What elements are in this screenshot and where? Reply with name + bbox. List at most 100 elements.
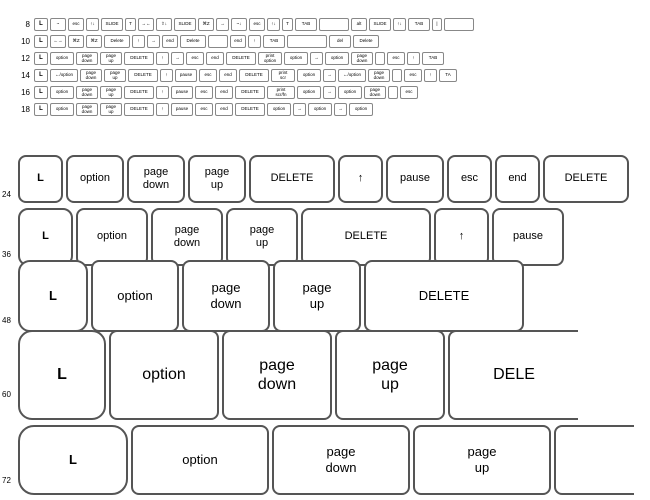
keyboard-key[interactable]: option — [267, 103, 291, 116]
keyboard-key-large[interactable]: page down — [151, 208, 223, 266]
keyboard-key[interactable]: ⌘Z — [68, 35, 84, 48]
keyboard-key[interactable]: ↑ — [156, 103, 169, 116]
keyboard-key[interactable]: pause — [171, 103, 193, 116]
keyboard-key-large[interactable]: end — [495, 155, 540, 203]
keyboard-key-large[interactable]: option — [91, 260, 179, 332]
keyboard-key-large[interactable]: L — [18, 425, 128, 495]
keyboard-key-large[interactable] — [554, 425, 634, 495]
keyboard-key-large[interactable]: DELETE — [301, 208, 431, 266]
keyboard-key[interactable]: → — [334, 103, 347, 116]
keyboard-key[interactable]: pause — [175, 69, 197, 82]
keyboard-key[interactable]: print scr/fn — [267, 86, 295, 99]
keyboard-key-large[interactable]: option — [66, 155, 124, 203]
keyboard-key[interactable]: option — [50, 52, 74, 65]
keyboard-key[interactable]: ↑ — [156, 52, 169, 65]
keyboard-key[interactable]: Delete — [353, 35, 379, 48]
keyboard-key[interactable]: end — [206, 52, 224, 65]
keyboard-key-large[interactable]: ↑ — [434, 208, 489, 266]
keyboard-key[interactable]: esc — [387, 52, 405, 65]
keyboard-key[interactable]: → — [323, 69, 336, 82]
keyboard-key[interactable]: option — [325, 52, 349, 65]
keyboard-key[interactable] — [319, 18, 349, 31]
keyboard-key-large[interactable]: page up — [188, 155, 246, 203]
keyboard-key[interactable]: option — [308, 103, 332, 116]
keyboard-key[interactable]: TAB — [408, 18, 430, 31]
keyboard-key[interactable]: ←/option — [338, 69, 366, 82]
keyboard-key[interactable]: end — [215, 86, 233, 99]
keyboard-key-large[interactable]: L — [18, 260, 88, 332]
keyboard-key[interactable]: DELETE — [128, 69, 158, 82]
keyboard-key[interactable]: page up — [100, 103, 122, 116]
keyboard-key[interactable]: pause — [171, 86, 193, 99]
keyboard-key[interactable]: page down — [76, 103, 98, 116]
keyboard-key[interactable] — [375, 52, 385, 65]
keyboard-key[interactable]: →← — [138, 18, 154, 31]
keyboard-key[interactable]: SLIDE — [174, 18, 196, 31]
keyboard-key-large[interactable]: page up — [226, 208, 298, 266]
keyboard-key[interactable]: → — [216, 18, 229, 31]
keyboard-key[interactable]: L — [34, 18, 48, 31]
keyboard-key[interactable]: ~ — [50, 18, 66, 31]
keyboard-key[interactable]: option — [50, 86, 74, 99]
keyboard-key[interactable]: page up — [100, 52, 122, 65]
keyboard-key[interactable]: ←/option — [50, 69, 78, 82]
keyboard-key[interactable]: ↑ — [156, 86, 169, 99]
keyboard-key[interactable]: → — [293, 103, 306, 116]
keyboard-key[interactable]: L — [34, 35, 48, 48]
keyboard-key-large[interactable]: page up — [413, 425, 551, 495]
keyboard-key[interactable]: option — [297, 69, 321, 82]
keyboard-key[interactable]: ↑↓ — [86, 18, 99, 31]
keyboard-key[interactable]: DELETE — [235, 86, 265, 99]
keyboard-key[interactable]: TA — [439, 69, 457, 82]
keyboard-key-large[interactable]: page down — [182, 260, 270, 332]
keyboard-key[interactable]: option — [284, 52, 308, 65]
keyboard-key[interactable]: ⌘Z — [198, 18, 214, 31]
keyboard-key[interactable]: esc — [195, 103, 213, 116]
keyboard-key-large[interactable]: page up — [335, 330, 445, 420]
keyboard-key[interactable] — [444, 18, 474, 31]
keyboard-key[interactable]: esc — [249, 18, 265, 31]
keyboard-key-large[interactable]: page down — [272, 425, 410, 495]
keyboard-key-large[interactable]: pause — [386, 155, 444, 203]
keyboard-key[interactable]: option — [338, 86, 362, 99]
keyboard-key-large[interactable]: esc — [447, 155, 492, 203]
keyboard-key[interactable]: esc — [195, 86, 213, 99]
keyboard-key[interactable]: esc — [186, 52, 204, 65]
keyboard-key[interactable]: option — [349, 103, 373, 116]
keyboard-key-large[interactable]: L — [18, 155, 63, 203]
keyboard-key[interactable]: alt — [351, 18, 367, 31]
keyboard-key[interactable]: ⌘Z — [86, 35, 102, 48]
keyboard-key[interactable]: DELETE — [226, 52, 256, 65]
keyboard-key[interactable]: page down — [368, 69, 390, 82]
keyboard-key-large[interactable]: page up — [273, 260, 361, 332]
keyboard-key[interactable]: ⇧↓ — [156, 18, 172, 31]
keyboard-key[interactable] — [208, 35, 228, 48]
keyboard-key[interactable]: T — [125, 18, 136, 31]
keyboard-key[interactable]: DELETE — [239, 69, 269, 82]
keyboard-key-large[interactable]: ↑ — [338, 155, 383, 203]
keyboard-key[interactable]: esc — [404, 69, 422, 82]
keyboard-key[interactable]: esc — [199, 69, 217, 82]
keyboard-key[interactable]: end — [230, 35, 246, 48]
keyboard-key[interactable]: page down — [80, 69, 102, 82]
keyboard-key[interactable]: page down — [351, 52, 373, 65]
keyboard-key[interactable]: end — [219, 69, 237, 82]
keyboard-key[interactable]: page down — [76, 86, 98, 99]
keyboard-key[interactable]: esc — [68, 18, 84, 31]
keyboard-key-large[interactable]: DELE — [448, 330, 578, 420]
keyboard-key[interactable]: SLIDE — [369, 18, 391, 31]
keyboard-key-large[interactable]: DELETE — [249, 155, 335, 203]
keyboard-key[interactable]: TAB — [263, 35, 285, 48]
keyboard-key[interactable]: print scr — [271, 69, 295, 82]
keyboard-key[interactable]: esc — [400, 86, 418, 99]
keyboard-key[interactable]: page down — [364, 86, 386, 99]
keyboard-key[interactable]: L — [34, 86, 48, 99]
keyboard-key[interactable]: ~↓ — [231, 18, 247, 31]
keyboard-key[interactable]: SLIDE — [101, 18, 123, 31]
keyboard-key[interactable]: ←→ — [50, 35, 66, 48]
keyboard-key[interactable]: Delete — [104, 35, 130, 48]
keyboard-key[interactable]: ↑↓ — [267, 18, 280, 31]
keyboard-key[interactable]: Delete — [180, 35, 206, 48]
keyboard-key[interactable]: TAB — [295, 18, 317, 31]
keyboard-key-large[interactable]: option — [131, 425, 269, 495]
